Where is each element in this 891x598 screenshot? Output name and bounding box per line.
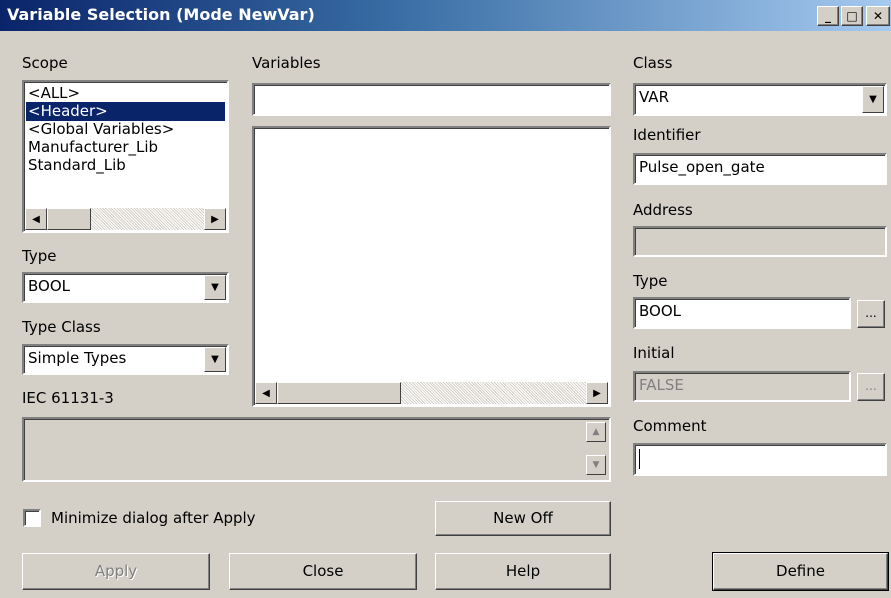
define-button[interactable]: Define	[712, 552, 889, 591]
initial-label: Initial	[633, 344, 675, 362]
chevron-down-icon[interactable]: ▼	[862, 86, 884, 113]
scroll-thumb[interactable]	[47, 208, 91, 230]
title-bar[interactable]: Variable Selection (Mode NewVar) _ □ ✕	[0, 0, 891, 31]
scope-item[interactable]: <ALL>	[26, 84, 225, 103]
scroll-up-arrow-icon[interactable]: ▲	[586, 422, 606, 442]
type-value: BOOL	[639, 302, 681, 320]
chevron-down-icon[interactable]: ▼	[204, 275, 226, 300]
type-input[interactable]: BOOL	[633, 297, 851, 329]
type-class-value: Simple Types	[28, 349, 127, 367]
minimize-after-apply-label[interactable]: Minimize dialog after Apply	[51, 509, 256, 527]
type-filter-value: BOOL	[28, 277, 70, 295]
comment-input[interactable]	[633, 443, 887, 476]
close-button[interactable]: Close	[229, 553, 417, 590]
variables-list[interactable]: ◀ ▶	[252, 126, 611, 407]
scope-item[interactable]: <Global Variables>	[26, 120, 225, 139]
help-button[interactable]: Help	[435, 553, 611, 590]
scroll-left-arrow-icon[interactable]: ◀	[25, 208, 47, 230]
scroll-right-arrow-icon[interactable]: ▶	[586, 382, 608, 404]
close-window-button[interactable]: ✕	[866, 6, 890, 26]
identifier-value: Pulse_open_gate	[639, 158, 765, 176]
type-filter-dropdown[interactable]: BOOL ▼	[22, 272, 229, 303]
text-caret	[639, 449, 640, 469]
type-class-label: Type Class	[22, 318, 101, 336]
scope-item[interactable]: Standard_Lib	[26, 156, 225, 175]
variables-label: Variables	[252, 54, 321, 72]
class-dropdown[interactable]: VAR ▼	[633, 83, 887, 116]
address-label: Address	[633, 201, 693, 219]
scroll-thumb[interactable]	[277, 382, 401, 404]
scroll-down-arrow-icon[interactable]: ▼	[586, 455, 606, 475]
scope-list[interactable]: <ALL> <Header> <Global Variables> Manufa…	[22, 80, 229, 233]
minimize-after-apply-checkbox[interactable]	[23, 509, 41, 527]
window-title: Variable Selection (Mode NewVar)	[7, 5, 315, 24]
class-value: VAR	[639, 88, 669, 106]
identifier-input[interactable]: Pulse_open_gate	[633, 153, 887, 185]
maximize-button[interactable]: □	[841, 6, 863, 26]
scope-label: Scope	[22, 54, 68, 72]
initial-value: FALSE	[639, 376, 684, 394]
type-class-dropdown[interactable]: Simple Types ▼	[22, 344, 229, 375]
description-box: ▲ ▼	[22, 417, 611, 482]
identifier-label: Identifier	[633, 126, 701, 144]
scroll-right-arrow-icon[interactable]: ▶	[204, 208, 226, 230]
new-off-button[interactable]: New Off	[435, 501, 611, 536]
initial-input: FALSE	[633, 371, 851, 402]
type-browse-button[interactable]: ...	[857, 300, 885, 328]
variables-hscrollbar[interactable]: ◀ ▶	[255, 382, 608, 404]
type-label: Type	[633, 272, 668, 290]
type-filter-label: Type	[22, 247, 57, 265]
standard-label: IEC 61131-3	[22, 389, 114, 407]
initial-browse-button: ...	[857, 373, 885, 401]
address-input	[633, 226, 887, 257]
chevron-down-icon[interactable]: ▼	[204, 347, 226, 372]
scroll-left-arrow-icon[interactable]: ◀	[255, 382, 277, 404]
class-label: Class	[633, 54, 673, 72]
scope-hscrollbar[interactable]: ◀ ▶	[25, 208, 226, 230]
comment-label: Comment	[633, 417, 707, 435]
apply-button: Apply	[22, 553, 210, 590]
scope-item[interactable]: Manufacturer_Lib	[26, 138, 225, 157]
minimize-button[interactable]: _	[817, 6, 839, 26]
variables-filter-input[interactable]	[252, 83, 611, 116]
scope-item-selected[interactable]: <Header>	[26, 102, 225, 121]
